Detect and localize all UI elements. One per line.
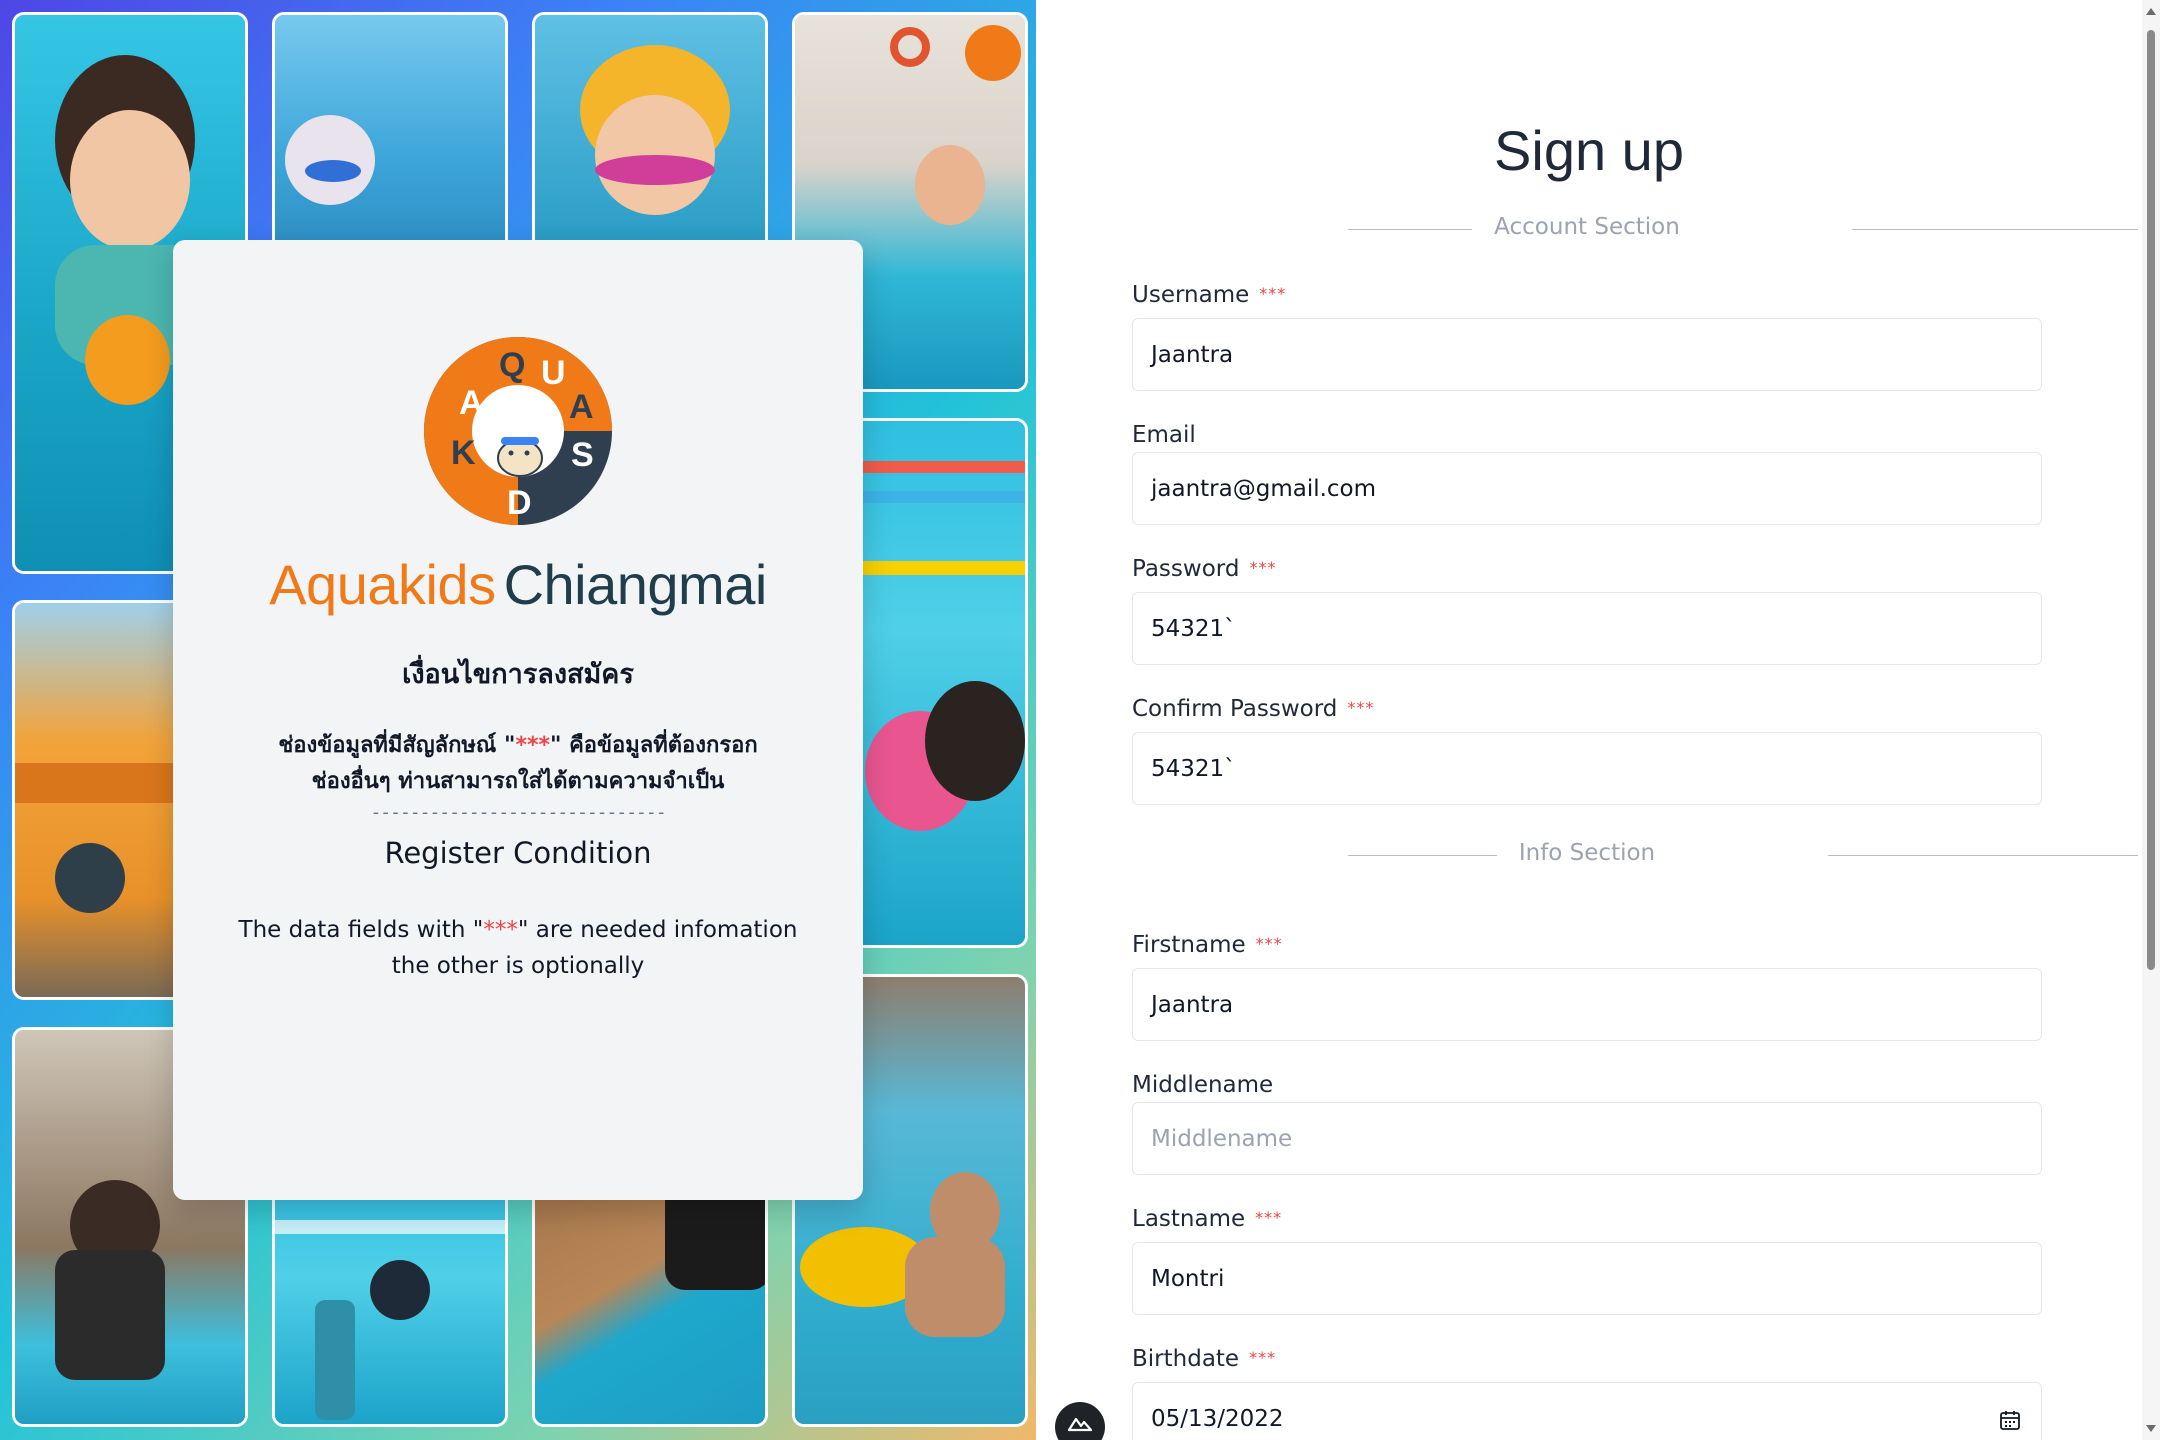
account-section-title: Account Section: [1472, 214, 1702, 240]
svg-text:A: A: [459, 384, 484, 422]
required-marker: ***: [1249, 558, 1277, 577]
required-marker: ***: [1255, 934, 1283, 953]
floating-action-icon: [1067, 1416, 1093, 1436]
confirm-password-label-text: Confirm Password: [1132, 696, 1338, 722]
password-label-text: Password: [1132, 556, 1240, 582]
info-section-title-wrap: Info Section: [1192, 840, 1982, 866]
lastname-label: Lastname ***: [1132, 1206, 1282, 1232]
required-marker: ***: [515, 733, 550, 758]
conditions-title-english: Register Condition: [384, 836, 652, 870]
account-section-title-wrap: Account Section: [1192, 214, 1982, 240]
conditions-title-thai: เงื่อนไขการลงสมัคร: [402, 659, 634, 690]
conditions-thai-line1-post: " คือข้อมูลที่ต้องกรอก: [549, 733, 758, 758]
page-title: Sign up: [1494, 119, 1684, 182]
password-input[interactable]: 54321`: [1132, 592, 2042, 665]
required-marker: ***: [1255, 1208, 1283, 1227]
photo-pool-edge: [532, 1177, 768, 1427]
conditions-thai-line1-pre: ช่องข้อมูลที่มีสัญลักษณ์ ": [278, 733, 516, 758]
lastname-input[interactable]: Montri: [1132, 1242, 2042, 1315]
brand-name-part1: Aquakids: [269, 553, 496, 616]
conditions-thai-line2: ช่องอื่นๆ ท่านสามารถใส่ได้ตามความจำเป็น: [311, 769, 725, 794]
password-label: Password ***: [1132, 556, 1276, 582]
username-label: Username ***: [1132, 282, 1286, 308]
aquakids-logo: A Q U A K S D: [423, 336, 613, 526]
firstname-input[interactable]: Jaantra: [1132, 968, 2042, 1041]
required-marker: ***: [483, 917, 518, 943]
account-section-divider: Account Section: [1192, 214, 2138, 244]
page-scrollbar[interactable]: [2142, 0, 2160, 1440]
conditions-text-thai: ช่องข้อมูลที่มีสัญลักษณ์ "***" คือข้อมูล…: [173, 728, 863, 800]
signup-form: Sign up Account Section Username *** Jaan…: [1036, 0, 2142, 1440]
info-section-title: Info Section: [1496, 840, 1678, 866]
required-marker: ***: [1347, 698, 1375, 717]
conditions-en-line1-post: " are needed infomation: [517, 917, 798, 943]
svg-text:A: A: [569, 388, 594, 426]
confirm-password-input[interactable]: 54321`: [1132, 732, 2042, 805]
confirm-password-label: Confirm Password ***: [1132, 696, 1374, 722]
username-input[interactable]: Jaantra: [1132, 318, 2042, 391]
middlename-input[interactable]: Middlename: [1132, 1102, 2042, 1175]
scrollbar-thumb[interactable]: [2147, 30, 2155, 970]
email-input[interactable]: jaantra@gmail.com: [1132, 452, 2042, 525]
firstname-label-text: Firstname: [1132, 932, 1246, 958]
svg-text:D: D: [507, 484, 532, 522]
conditions-text-english: The data fields with "***" are needed in…: [173, 912, 863, 984]
scroll-down-arrow[interactable]: [2146, 1425, 2156, 1432]
birthdate-input[interactable]: 05/13/2022: [1132, 1382, 2042, 1440]
svg-text:Q: Q: [499, 346, 525, 384]
info-section-divider: Info Section: [1192, 840, 2138, 870]
required-marker: ***: [1259, 284, 1287, 303]
photo-underwater-goggles: [272, 12, 508, 252]
photo-girl-pink-goggles: [532, 12, 768, 252]
birthdate-value: 05/13/2022: [1151, 1405, 1284, 1432]
middlename-label: Middlename: [1132, 1072, 1274, 1098]
svg-text:U: U: [541, 354, 566, 392]
calendar-icon[interactable]: [1999, 1409, 2021, 1431]
firstname-label: Firstname ***: [1132, 932, 1283, 958]
svg-text:K: K: [451, 434, 476, 472]
svg-text:S: S: [571, 436, 594, 474]
birthdate-label-text: Birthdate: [1132, 1346, 1240, 1372]
lastname-label-text: Lastname: [1132, 1206, 1246, 1232]
dashed-divider: ------------------------------: [370, 802, 666, 823]
brand-name-part2: Chiangmai: [503, 553, 768, 616]
register-conditions-card: A Q U A K S D Aquakids Chiangmai เงื่อนไข…: [173, 240, 863, 1200]
brand-name: Aquakids Chiangmai: [173, 552, 863, 617]
conditions-en-line1-pre: The data fields with ": [238, 917, 484, 943]
email-label: Email: [1132, 422, 1196, 448]
scroll-up-arrow[interactable]: [2146, 8, 2156, 15]
required-marker: ***: [1249, 1348, 1277, 1367]
username-label-text: Username: [1132, 282, 1250, 308]
birthdate-label: Birthdate ***: [1132, 1346, 1276, 1372]
conditions-en-line2: the other is optionally: [391, 953, 645, 979]
photo-kid-swimming-lane: [272, 1177, 508, 1427]
